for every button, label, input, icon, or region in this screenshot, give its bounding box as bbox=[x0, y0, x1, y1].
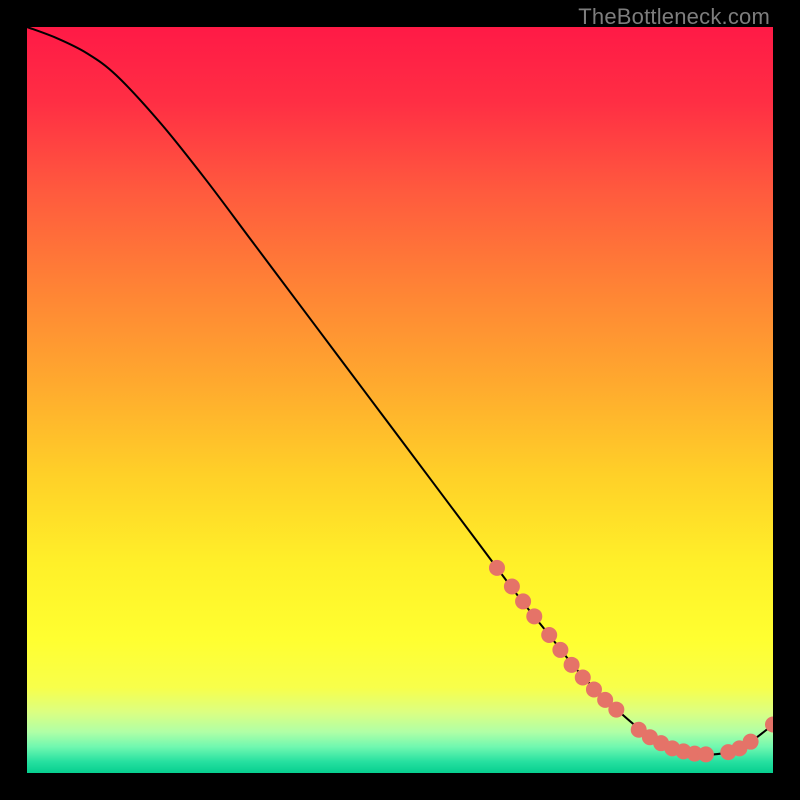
watermark-text: TheBottleneck.com bbox=[578, 4, 770, 30]
curve-marker bbox=[489, 560, 505, 576]
curve-marker bbox=[541, 627, 557, 643]
curve-marker bbox=[552, 642, 568, 658]
chart-background-gradient bbox=[27, 27, 773, 773]
curve-marker bbox=[515, 593, 531, 609]
curve-marker bbox=[504, 579, 520, 595]
curve-marker bbox=[698, 746, 714, 762]
curve-marker bbox=[608, 702, 624, 718]
curve-marker bbox=[564, 657, 580, 673]
curve-marker bbox=[526, 608, 542, 624]
curve-marker bbox=[575, 670, 591, 686]
chart-svg bbox=[27, 27, 773, 773]
curve-marker bbox=[743, 734, 759, 750]
chart-plot-area bbox=[27, 27, 773, 773]
